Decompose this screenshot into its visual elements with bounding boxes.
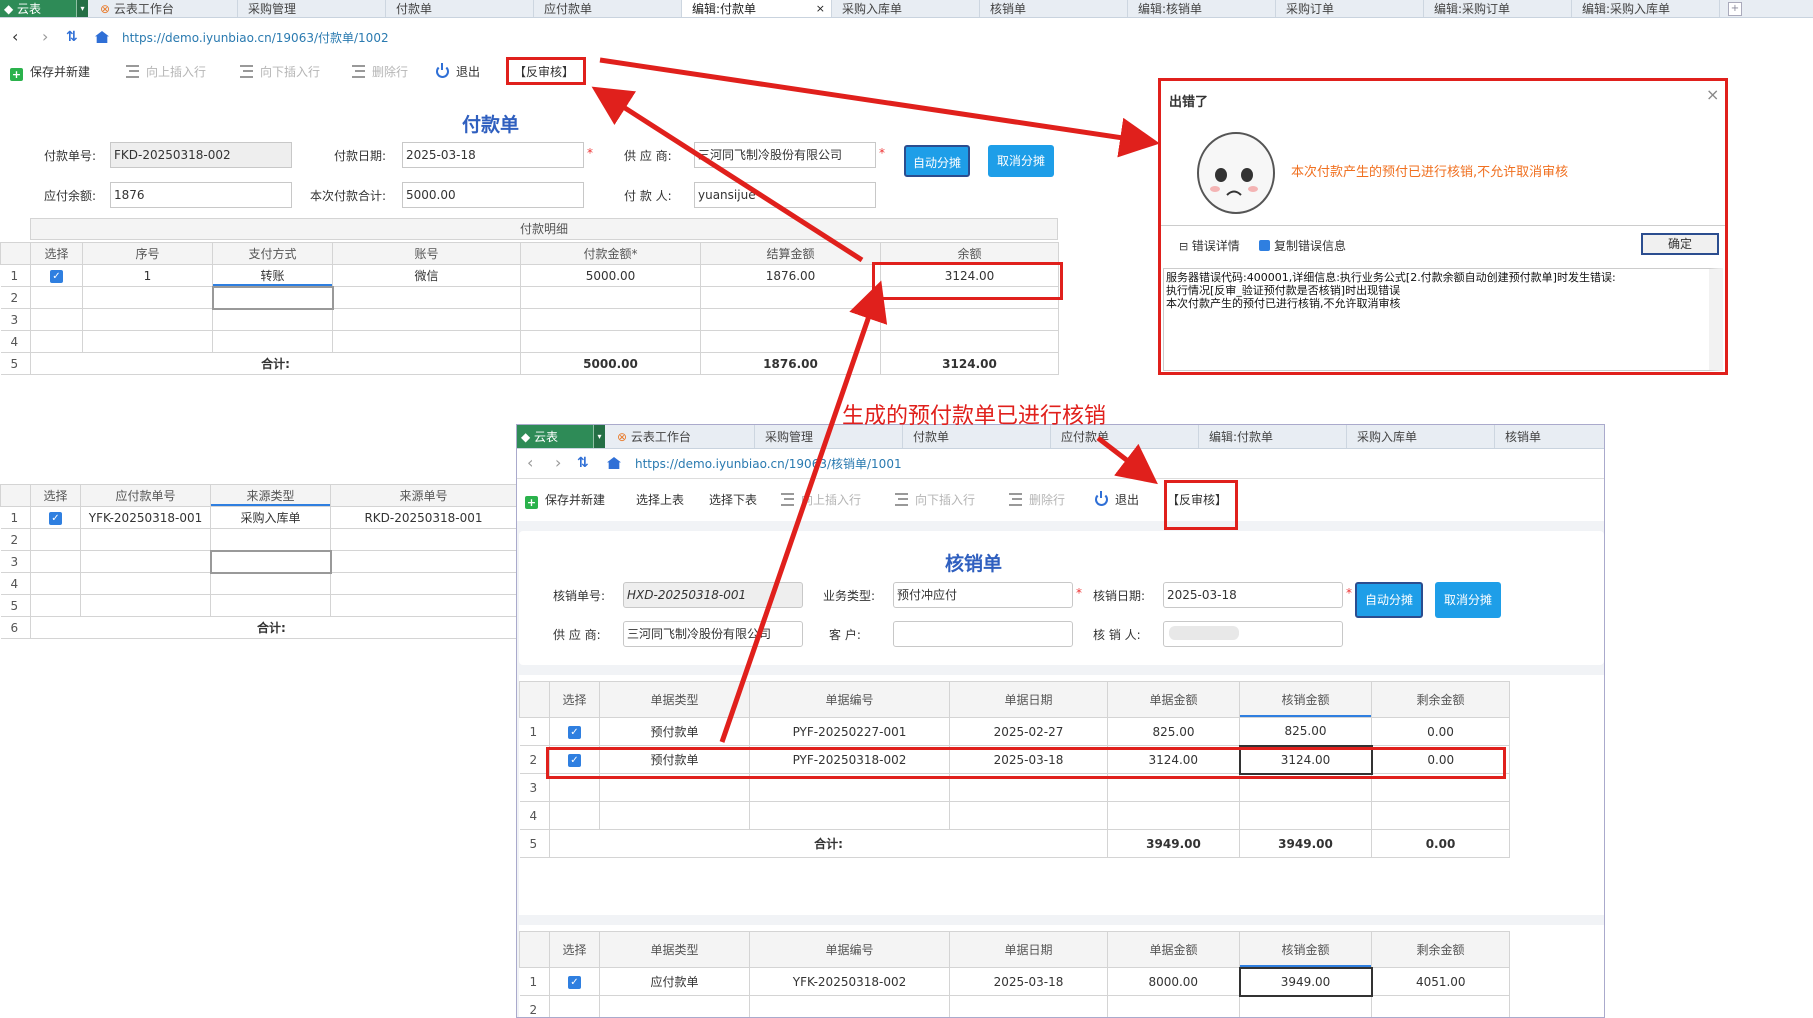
annotation-arrows xyxy=(591,57,1160,743)
arrow xyxy=(1096,436,1158,485)
arrow xyxy=(599,57,1160,158)
arrow xyxy=(591,86,864,263)
arrow xyxy=(719,280,888,743)
